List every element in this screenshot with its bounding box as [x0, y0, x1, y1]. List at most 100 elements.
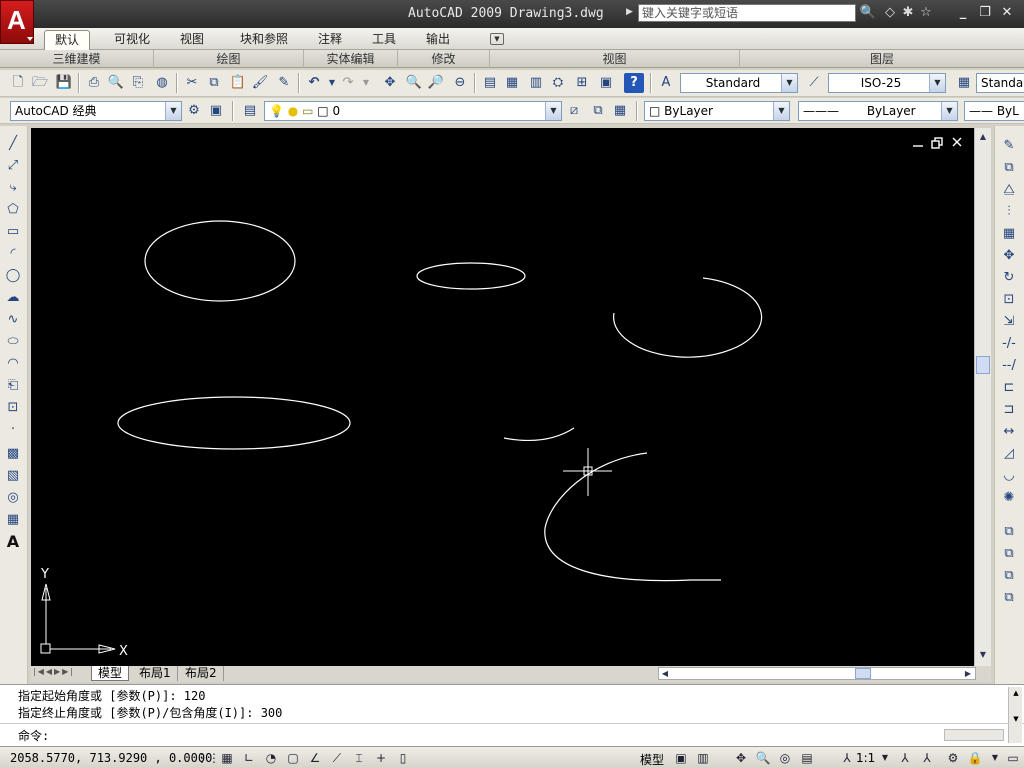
design-center-icon[interactable]: ▦: [502, 73, 522, 93]
offset-icon[interactable]: ⫶: [999, 202, 1019, 222]
polar-tracking-icon[interactable]: ◔: [262, 749, 280, 767]
fillet-icon[interactable]: ◡: [999, 466, 1019, 486]
search-input[interactable]: 键入关键字或短语: [638, 4, 856, 22]
copy-object-icon[interactable]: ⧉: [999, 158, 1019, 178]
trim-icon[interactable]: -/-: [999, 334, 1019, 354]
model-space-label[interactable]: 模型: [640, 751, 664, 768]
point-icon[interactable]: ·: [3, 420, 23, 440]
join-icon[interactable]: ↔: [999, 422, 1019, 442]
vertical-scrollbar[interactable]: ▲ ▼: [974, 128, 991, 666]
text-style-icon[interactable]: A: [656, 73, 676, 93]
ellipse-2[interactable]: [416, 262, 526, 290]
workspace-select[interactable]: AutoCAD 经典 ▼: [10, 101, 182, 121]
ellipse-arc-icon[interactable]: ◠: [3, 354, 23, 374]
drawing-area[interactable]: Y X: [31, 128, 974, 666]
layer-select[interactable]: 💡 ● ▭ □ 0 ▼: [264, 101, 562, 121]
snap-mode-icon[interactable]: ⋮⋮: [196, 749, 220, 767]
zoom-realtime-icon[interactable]: 🔍: [404, 73, 424, 93]
object-snap-tracking-icon[interactable]: ∠: [306, 749, 324, 767]
spline-icon[interactable]: ∿: [3, 310, 23, 330]
tab-model[interactable]: 模型: [91, 666, 130, 681]
cut-scissors-icon[interactable]: ✂: [182, 73, 202, 93]
scroll-up-icon[interactable]: ▲: [1009, 687, 1023, 699]
auto-add-scales-icon[interactable]: ⅄: [918, 749, 936, 767]
table-style-select[interactable]: Standar: [976, 73, 1024, 93]
search-icon[interactable]: 🔍: [858, 4, 878, 22]
coordinate-readout[interactable]: 2058.5770, 713.9290 , 0.0000: [10, 751, 212, 765]
application-menu-button[interactable]: A: [0, 0, 34, 44]
scroll-up-icon[interactable]: ▲: [976, 130, 990, 144]
move-icon[interactable]: ✥: [999, 246, 1019, 266]
showmotion-icon[interactable]: ▤: [798, 749, 816, 767]
panel-layers[interactable]: 图层: [740, 50, 1024, 68]
tab-blocks-references[interactable]: 块和参照: [230, 30, 298, 50]
properties-icon[interactable]: ▤: [480, 73, 500, 93]
model-space-canvas[interactable]: Y X: [31, 128, 974, 666]
command-input[interactable]: [60, 725, 940, 743]
clean-screen-icon[interactable]: ▭: [1004, 749, 1022, 767]
region-icon[interactable]: ◎: [3, 488, 23, 508]
window-restore-button[interactable]: ❐: [976, 5, 994, 21]
polygon-icon[interactable]: ⬠: [3, 200, 23, 220]
block-editor-icon[interactable]: ✎: [274, 73, 294, 93]
make-block-icon[interactable]: ⊡: [3, 398, 23, 418]
quick-properties-icon[interactable]: ▯: [394, 749, 412, 767]
ellipse-3[interactable]: [117, 396, 351, 450]
pan-realtime-icon[interactable]: ✥: [380, 73, 400, 93]
dimension-style-icon[interactable]: ⟋: [804, 73, 824, 93]
gradient-icon[interactable]: ▧: [3, 466, 23, 486]
annotation-scale-value[interactable]: 1:1: [856, 751, 875, 765]
command-hscrollbar[interactable]: [944, 729, 1004, 741]
chevron-down-icon[interactable]: ▼: [781, 74, 797, 92]
scroll-down-icon[interactable]: ▼: [976, 648, 990, 662]
mirror-icon[interactable]: ⧋: [999, 180, 1019, 200]
publish-icon[interactable]: ⎘: [128, 73, 148, 93]
pan-icon[interactable]: ✥: [732, 749, 750, 767]
chevron-down-icon[interactable]: ▼: [986, 749, 1004, 767]
hatch-icon[interactable]: ▩: [3, 444, 23, 464]
tab-home[interactable]: 默认: [44, 30, 91, 50]
zoom-icon[interactable]: 🔍: [754, 749, 772, 767]
panel-modify[interactable]: 修改: [398, 50, 490, 68]
workspace-settings-gear-icon[interactable]: ⚙: [184, 101, 204, 121]
dynamic-ucs-icon[interactable]: ⟋: [328, 749, 346, 767]
array-icon[interactable]: ▦: [999, 224, 1019, 244]
polyline-icon[interactable]: ⤷: [3, 178, 23, 198]
scroll-down-icon[interactable]: ▼: [1009, 713, 1023, 725]
panel-draw[interactable]: 绘图: [154, 50, 304, 68]
ellipse-arc-1[interactable]: [613, 277, 763, 358]
scroll-thumb[interactable]: [976, 356, 990, 374]
chevron-down-icon[interactable]: ▼: [773, 102, 789, 120]
panel-view[interactable]: 视图: [490, 50, 740, 68]
break-icon[interactable]: ⊐: [999, 400, 1019, 420]
steeringwheel-icon[interactable]: ◎: [776, 749, 794, 767]
revision-cloud-icon[interactable]: ☁: [3, 288, 23, 308]
open-folder-icon[interactable]: 🗁: [30, 73, 50, 93]
toolbar-lock-icon[interactable]: 🔒: [966, 749, 984, 767]
break-at-point-icon[interactable]: ⊏: [999, 378, 1019, 398]
table-style-icon[interactable]: ▦: [954, 73, 974, 93]
panel-solid-editing[interactable]: 实体编辑: [304, 50, 398, 68]
tab-annotate[interactable]: 注释: [308, 30, 352, 50]
workspace-switching-gear-icon[interactable]: ⚙: [944, 749, 962, 767]
tab-tools[interactable]: 工具: [362, 30, 406, 50]
hscroll-thumb[interactable]: [855, 668, 871, 679]
tab-layout2[interactable]: 布局2: [179, 666, 224, 681]
zoom-previous-icon[interactable]: ⊖: [450, 73, 470, 93]
scroll-right-icon[interactable]: ▶: [961, 667, 975, 680]
workspace-switch-icon[interactable]: ▣: [206, 101, 226, 121]
annotation-visibility-icon[interactable]: ⅄: [896, 749, 914, 767]
communication-center-icon[interactable]: ◇: [880, 4, 900, 22]
tab-view[interactable]: 视图: [170, 30, 214, 50]
text-style-select[interactable]: Standard ▼: [680, 73, 798, 93]
layer-properties-manager-icon[interactable]: ▤: [240, 101, 260, 121]
color-select[interactable]: □ ByLayer ▼: [644, 101, 790, 121]
scroll-left-icon[interactable]: ◀: [658, 667, 672, 680]
ortho-mode-icon[interactable]: ∟: [240, 749, 258, 767]
tool-palettes-icon[interactable]: ▥: [526, 73, 546, 93]
annotation-scale-icon[interactable]: ⅄: [838, 749, 856, 767]
layout-model-icon[interactable]: ▣: [672, 749, 690, 767]
tab-output[interactable]: 输出: [416, 30, 460, 50]
layer-previous-icon[interactable]: ⧉: [588, 101, 608, 121]
favorites-star-icon[interactable]: ☆: [916, 4, 936, 22]
